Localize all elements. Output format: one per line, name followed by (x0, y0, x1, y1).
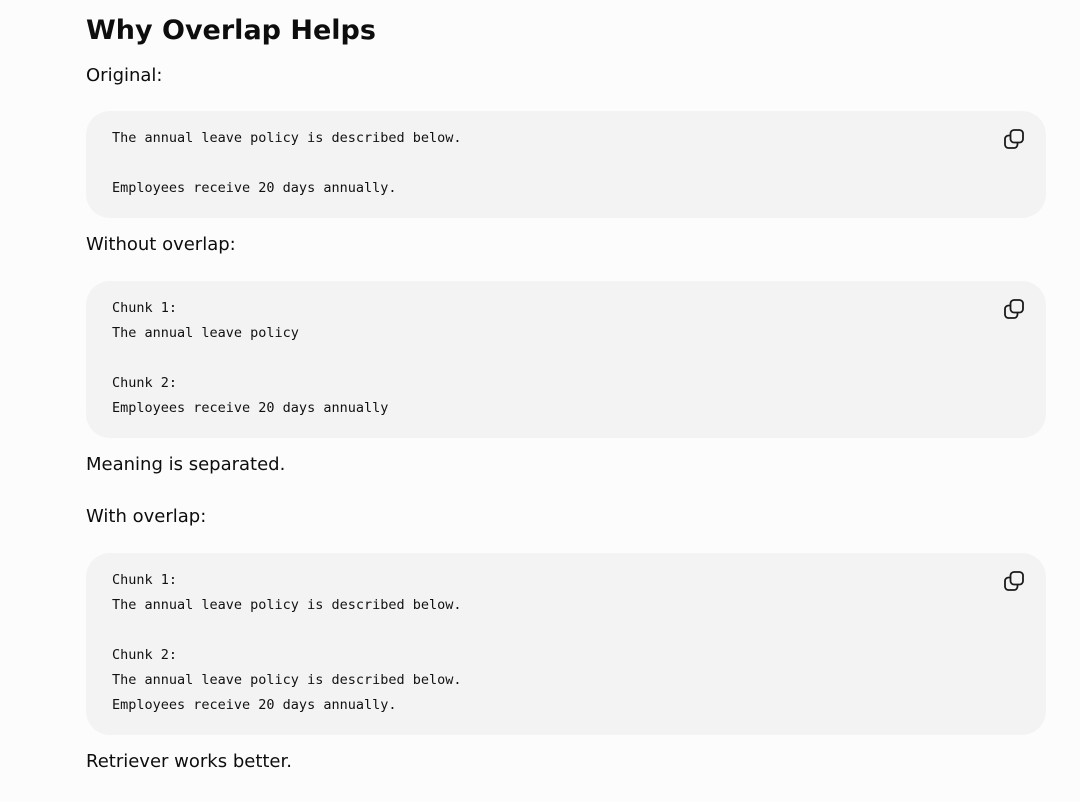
code-text-with-overlap[interactable]: Chunk 1: The annual leave policy is descr… (112, 568, 462, 718)
code-line: Employees receive 20 days annually. (112, 180, 397, 196)
section-heading: Why Overlap Helps (86, 15, 376, 46)
code-text-without-overlap[interactable]: Chunk 1: The annual leave policy Chunk 2: E… (112, 296, 388, 421)
copy-icon (1004, 129, 1024, 149)
code-line: The annual leave policy is described bel… (112, 672, 462, 688)
code-line: Chunk 1: (112, 572, 178, 588)
code-line: The annual leave policy is described bel… (112, 130, 462, 146)
code-line: Chunk 1: (112, 300, 178, 316)
copy-icon (1004, 571, 1024, 591)
label-original: Original: (86, 65, 163, 86)
label-with-overlap: With overlap: (86, 506, 207, 527)
label-without-overlap: Without overlap: (86, 234, 236, 255)
label-meaning-separated: Meaning is separated. (86, 454, 286, 475)
code-line: The annual leave policy (112, 325, 299, 341)
copy-icon (1004, 299, 1024, 319)
label-retriever-better: Retriever works better. (86, 751, 292, 772)
code-block-original: The annual leave policy is described bel… (86, 111, 1046, 218)
code-line: Employees receive 20 days annually (112, 400, 389, 416)
code-text-original[interactable]: The annual leave policy is described bel… (112, 126, 462, 201)
code-block-without-overlap: Chunk 1: The annual leave policy Chunk 2: E… (86, 281, 1046, 438)
copy-button-without-overlap[interactable] (1002, 297, 1026, 321)
code-block-with-overlap: Chunk 1: The annual leave policy is descr… (86, 553, 1046, 735)
code-line: The annual leave policy is described bel… (112, 597, 462, 613)
code-line: Employees receive 20 days annually. (112, 697, 397, 713)
copy-button-original[interactable] (1002, 127, 1026, 151)
code-line: Chunk 2: (112, 375, 178, 391)
copy-button-with-overlap[interactable] (1002, 569, 1026, 593)
code-line: Chunk 2: (112, 647, 178, 663)
